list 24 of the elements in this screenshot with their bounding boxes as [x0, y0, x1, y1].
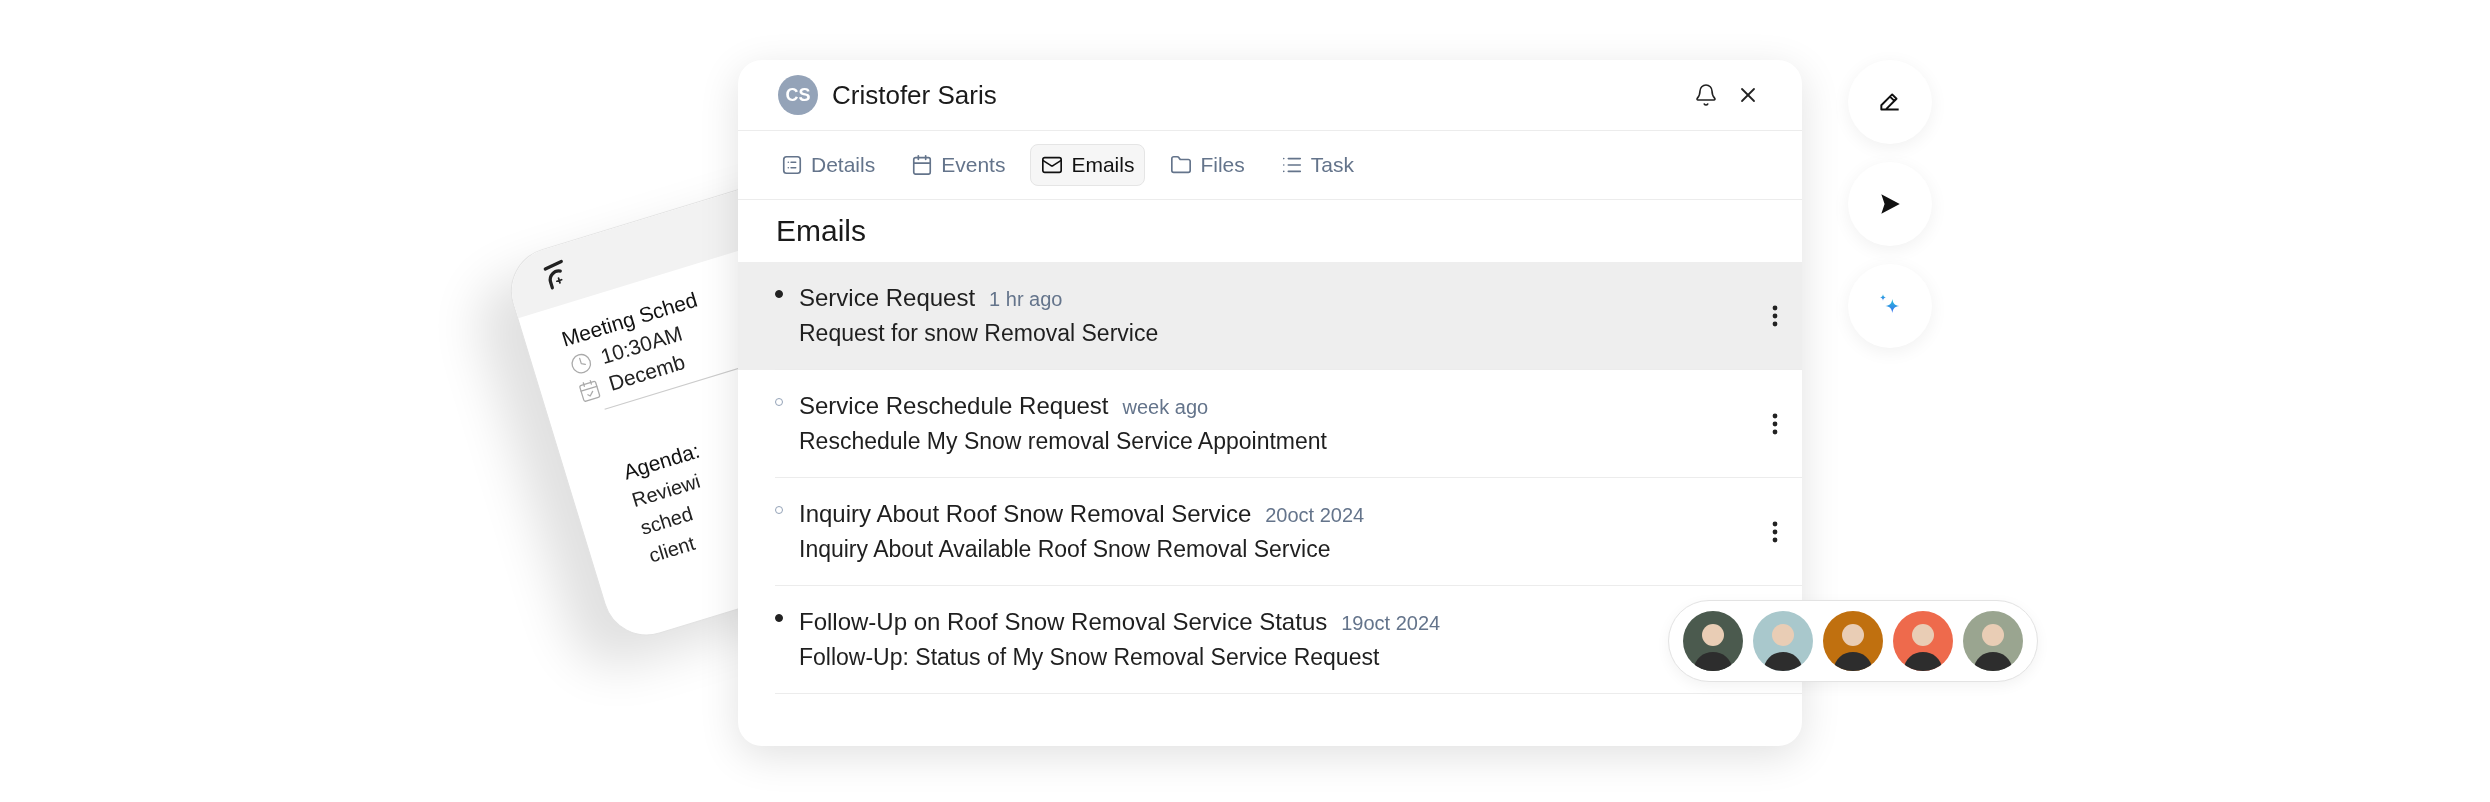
tab[interactable]: Task: [1269, 144, 1365, 186]
email-subject: Inquiry About Roof Snow Removal Service: [799, 500, 1252, 528]
tab[interactable]: Events: [900, 144, 1017, 186]
email-time: week ago: [1122, 396, 1209, 419]
tab[interactable]: Emails: [1030, 144, 1146, 186]
email-subject: Service Reschedule Request: [799, 392, 1109, 420]
contact-name: Cristofer Saris: [832, 79, 998, 111]
contact-avatar: CS: [778, 75, 818, 115]
email-preview: Request for snow Removal Service: [799, 320, 1160, 347]
email-time: 19oct 2024: [1341, 612, 1441, 635]
email-row[interactable]: Inquiry About Roof Snow Removal Service 20oct 2024 Inquiry About Available Roof Snow Removal Service: [738, 478, 1802, 586]
email-row[interactable]: Service Reschedule Request week ago Reschedule My Snow removal Service Appointment: [738, 370, 1802, 478]
email-time: 20oct 2024: [1265, 504, 1365, 527]
email-subject: Follow-Up on Roof Snow Removal Service Status: [799, 608, 1328, 636]
email-preview: Follow-Up: Status of My Snow Removal Service Request: [799, 644, 1381, 671]
section-title: Emails: [775, 213, 867, 249]
tab[interactable]: Details: [770, 144, 887, 186]
email-subject: Service Request: [799, 284, 976, 312]
email-time: 1 hr ago: [989, 288, 1063, 311]
email-row[interactable]: Follow-Up on Roof Snow Removal Service Status 19oct 2024 Follow-Up: Status of My Snow Removal Service Request: [738, 586, 1802, 694]
email-preview: Inquiry About Available Roof Snow Removal Service: [799, 536, 1332, 563]
email-row[interactable]: Service Request 1 hr ago Request for snow Removal Service: [738, 262, 1802, 370]
email-preview: Reschedule My Snow removal Service Appointment: [799, 428, 1328, 455]
tab[interactable]: Files: [1159, 144, 1256, 186]
